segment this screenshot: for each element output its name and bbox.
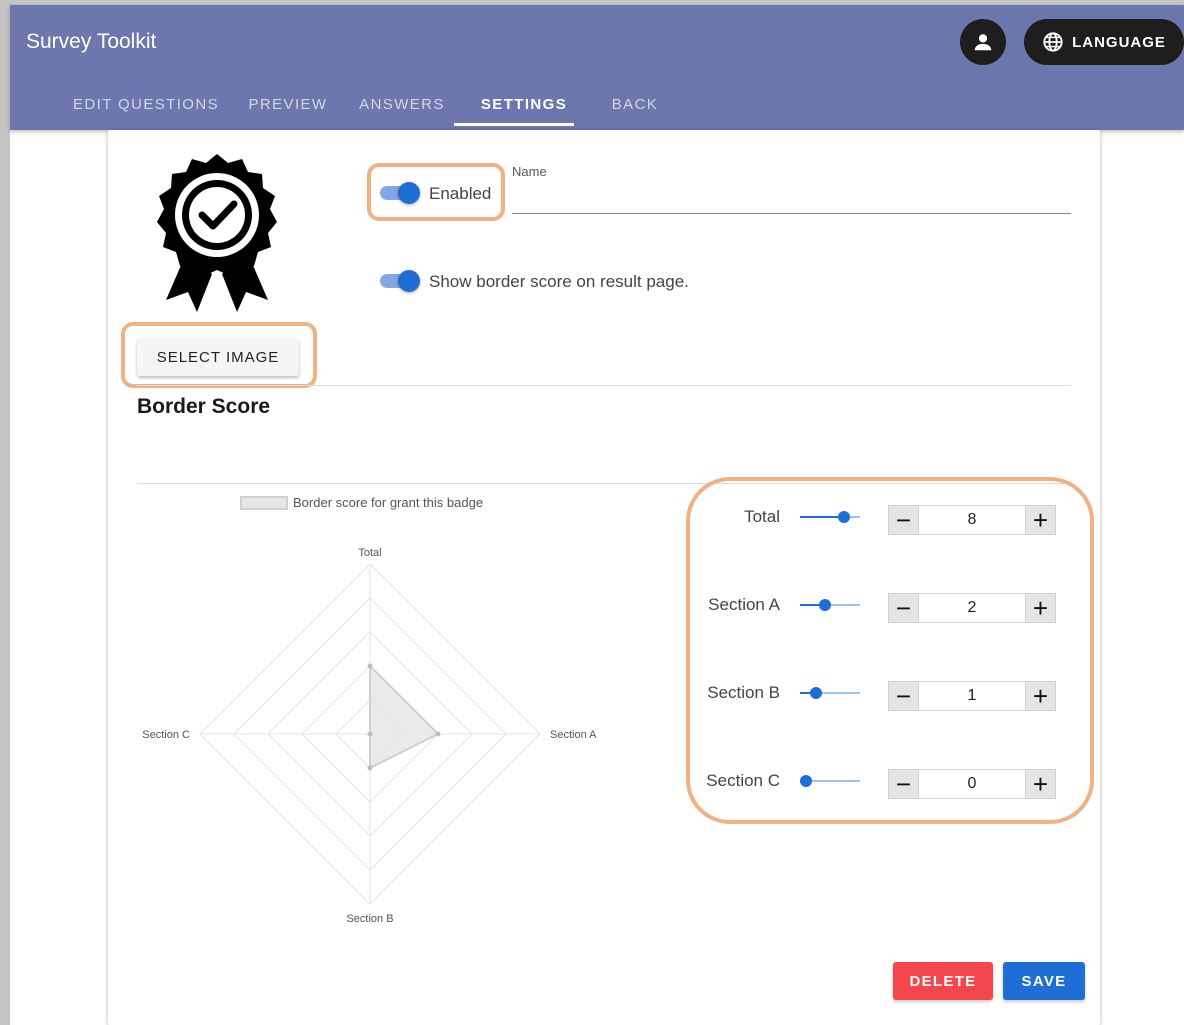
decrement-button[interactable]: − — [889, 682, 919, 710]
slider-section-b[interactable] — [800, 685, 860, 701]
score-label-section-a: Section A — [708, 595, 780, 614]
tab-back[interactable]: BACK — [600, 93, 670, 130]
tab-answers[interactable]: ANSWERS — [354, 93, 450, 130]
language-button[interactable]: LANGUAGE — [1024, 19, 1184, 65]
slider-thumb[interactable] — [809, 687, 822, 699]
language-label: LANGUAGE — [1072, 33, 1166, 51]
active-tab-indicator — [454, 123, 574, 126]
radar-axis-label: Section C — [142, 729, 190, 741]
account-icon — [974, 34, 992, 51]
radar-data-point — [435, 731, 441, 737]
name-field-label: Name — [512, 164, 547, 179]
switch-thumb — [398, 270, 420, 292]
legend-swatch[interactable] — [240, 496, 288, 510]
stepper-value[interactable]: 1 — [919, 682, 1025, 710]
stepper-value[interactable]: 0 — [919, 770, 1025, 798]
tab-bar: EDIT QUESTIONS PREVIEW ANSWERS SETTINGS … — [10, 93, 1184, 130]
stepper-value[interactable]: 2 — [919, 594, 1025, 622]
radar-data-point — [367, 663, 373, 669]
switch-thumb — [398, 182, 420, 204]
stepper-value[interactable]: 8 — [919, 506, 1025, 534]
radar-data-point — [367, 765, 373, 771]
increment-button[interactable]: + — [1025, 682, 1055, 710]
stepper-section-a: − 2 + — [888, 593, 1056, 623]
name-field[interactable] — [512, 190, 1071, 214]
increment-button[interactable]: + — [1025, 770, 1055, 798]
decrement-button[interactable]: − — [889, 594, 919, 622]
decrement-button[interactable]: − — [889, 506, 919, 534]
decrement-button[interactable]: − — [889, 770, 919, 798]
legend-label: Border score for grant this badge — [293, 495, 484, 510]
account-button[interactable] — [960, 19, 1006, 65]
slider-section-a[interactable] — [800, 597, 860, 613]
award-badge-icon — [157, 154, 277, 312]
section-divider — [137, 385, 1071, 386]
radar-data-point — [367, 731, 373, 737]
window-frame-left — [0, 0, 10, 1025]
enabled-label: Enabled — [429, 184, 492, 203]
radar-axis-label: Section B — [346, 913, 393, 925]
stepper-section-c: − 0 + — [888, 769, 1056, 799]
tab-edit-questions[interactable]: EDIT QUESTIONS — [70, 93, 222, 130]
tab-preview[interactable]: PREVIEW — [242, 93, 334, 130]
show-border-score-switch[interactable] — [378, 268, 422, 294]
slider-thumb[interactable] — [838, 511, 851, 523]
slider-section-c[interactable] — [800, 773, 860, 789]
score-label-section-c: Section C — [706, 771, 780, 790]
stepper-total: − 8 + — [888, 505, 1056, 535]
radar-chart: Total Section A Section B Section C — [142, 547, 597, 925]
slider-thumb[interactable] — [819, 599, 832, 611]
app-title: Survey Toolkit — [26, 30, 157, 53]
radar-axis-label: Section A — [550, 729, 597, 741]
select-image-button[interactable]: SELECT IMAGE — [137, 338, 299, 376]
border-score-title: Border Score — [137, 395, 271, 418]
globe-icon — [1043, 32, 1063, 52]
show-border-score-label: Show border score on result page. — [429, 272, 689, 291]
increment-button[interactable]: + — [1025, 506, 1055, 534]
increment-button[interactable]: + — [1025, 594, 1055, 622]
radar-axis-label: Total — [358, 547, 381, 559]
stepper-section-b: − 1 + — [888, 681, 1056, 711]
score-label-section-b: Section B — [707, 683, 780, 702]
enabled-switch[interactable] — [378, 180, 422, 206]
app-bar: Survey Toolkit LANGUAGE EDIT QUESTIONS P… — [10, 5, 1184, 130]
score-label-total: Total — [744, 507, 780, 526]
slider-total[interactable] — [800, 509, 860, 525]
radar-series-area — [369, 663, 440, 770]
save-button[interactable]: SAVE — [1003, 962, 1085, 1000]
slider-thumb[interactable] — [800, 775, 812, 787]
delete-button[interactable]: DELETE — [893, 962, 993, 1000]
